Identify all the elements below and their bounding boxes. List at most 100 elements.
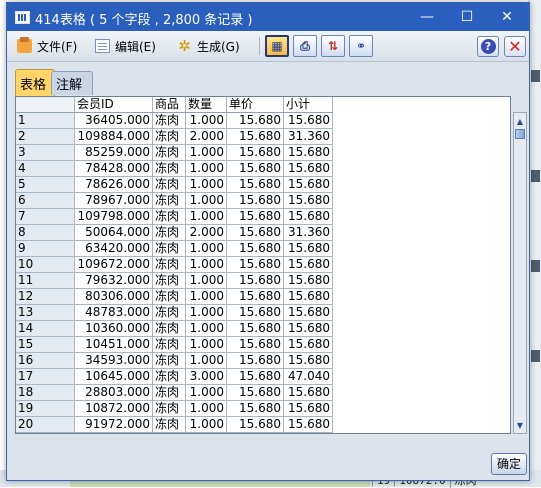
product-cell[interactable]: 冻肉 (152, 400, 186, 417)
quantity-cell[interactable]: 1.000 (185, 256, 227, 273)
subtotal-cell[interactable]: 47.040 (283, 368, 333, 385)
member-id-cell[interactable]: 63420.000 (74, 240, 153, 257)
tab-notes[interactable]: 注解 (51, 71, 93, 95)
row-number[interactable]: 18 (16, 384, 75, 401)
table-row[interactable]: 15 10451.000 冻肉 1.000 15.680 15.680 (16, 336, 333, 353)
member-id-cell[interactable]: 78428.000 (74, 160, 153, 177)
product-cell[interactable]: 冻肉 (152, 256, 186, 273)
menu-generate[interactable]: ✲ 生成(G) (177, 37, 239, 55)
unit-price-cell[interactable]: 15.680 (226, 416, 284, 433)
member-id-cell[interactable]: 109884.000 (74, 128, 153, 145)
unit-price-cell[interactable]: 15.680 (226, 224, 284, 241)
subtotal-cell[interactable]: 15.680 (283, 272, 333, 289)
minimize-button[interactable]: — (407, 3, 447, 31)
quantity-cell[interactable]: 1.000 (185, 160, 227, 177)
row-number[interactable]: 10 (16, 256, 75, 273)
unit-price-cell[interactable]: 15.680 (226, 144, 284, 161)
member-id-cell[interactable]: 79632.000 (74, 272, 153, 289)
vertical-scrollbar[interactable]: ▲ ▼ (513, 112, 527, 434)
quantity-cell[interactable]: 1.000 (185, 240, 227, 257)
row-number[interactable]: 4 (16, 160, 75, 177)
scroll-up-icon[interactable]: ▲ (515, 116, 525, 126)
row-number[interactable]: 17 (16, 368, 75, 385)
table-row[interactable]: 2 109884.000 冻肉 2.000 15.680 31.360 (16, 128, 333, 145)
product-cell[interactable]: 冻肉 (152, 240, 186, 257)
quantity-cell[interactable]: 1.000 (185, 416, 227, 433)
quantity-cell[interactable]: 1.000 (185, 304, 227, 321)
product-cell[interactable]: 冻肉 (152, 192, 186, 209)
table-row[interactable]: 20 91972.000 冻肉 1.000 15.680 15.680 (16, 416, 333, 433)
table-row[interactable]: 9 63420.000 冻肉 1.000 15.680 15.680 (16, 240, 333, 257)
member-id-cell[interactable]: 10645.000 (74, 368, 153, 385)
quantity-cell[interactable]: 1.000 (185, 176, 227, 193)
row-number[interactable]: 19 (16, 400, 75, 417)
member-id-cell[interactable]: 80306.000 (74, 288, 153, 305)
quantity-cell[interactable]: 2.000 (185, 224, 227, 241)
subtotal-cell[interactable]: 15.680 (283, 144, 333, 161)
subtotal-cell[interactable]: 15.680 (283, 160, 333, 177)
subtotal-cell[interactable]: 15.680 (283, 304, 333, 321)
table-row[interactable]: 6 78967.000 冻肉 1.000 15.680 15.680 (16, 192, 333, 209)
unit-price-cell[interactable]: 15.680 (226, 400, 284, 417)
quantity-cell[interactable]: 1.000 (185, 352, 227, 369)
quantity-cell[interactable]: 1.000 (185, 400, 227, 417)
subtotal-cell[interactable]: 15.680 (283, 112, 333, 129)
row-number[interactable]: 5 (16, 176, 75, 193)
subtotal-cell[interactable]: 15.680 (283, 288, 333, 305)
product-cell[interactable]: 冻肉 (152, 352, 186, 369)
unit-price-cell[interactable]: 15.680 (226, 352, 284, 369)
table-row[interactable]: 12 80306.000 冻肉 1.000 15.680 15.680 (16, 288, 333, 305)
close-button[interactable]: ✕ (487, 3, 527, 31)
sort-button[interactable]: ⇅ (321, 35, 345, 57)
row-number[interactable]: 2 (16, 128, 75, 145)
member-id-cell[interactable]: 109798.000 (74, 208, 153, 225)
row-number[interactable]: 8 (16, 224, 75, 241)
row-number[interactable]: 14 (16, 320, 75, 337)
unit-price-cell[interactable]: 15.680 (226, 112, 284, 129)
product-cell[interactable]: 冻肉 (152, 272, 186, 289)
row-number[interactable]: 1 (16, 112, 75, 129)
row-number[interactable]: 20 (16, 416, 75, 433)
product-cell[interactable]: 冻肉 (152, 368, 186, 385)
member-id-cell[interactable]: 10360.000 (74, 320, 153, 337)
subtotal-cell[interactable]: 31.360 (283, 128, 333, 145)
subtotal-cell[interactable]: 15.680 (283, 416, 333, 433)
subtotal-cell[interactable]: 15.680 (283, 256, 333, 273)
member-id-cell[interactable]: 78967.000 (74, 192, 153, 209)
header-quantity[interactable]: 数量 (185, 97, 227, 113)
unit-price-cell[interactable]: 15.680 (226, 336, 284, 353)
find-button[interactable]: ⚭ (349, 35, 373, 57)
subtotal-cell[interactable]: 15.680 (283, 352, 333, 369)
table-row[interactable]: 3 85259.000 冻肉 1.000 15.680 15.680 (16, 144, 333, 161)
subtotal-cell[interactable]: 15.680 (283, 320, 333, 337)
header-member-id[interactable]: 会员ID (74, 97, 153, 113)
quantity-cell[interactable]: 3.000 (185, 368, 227, 385)
product-cell[interactable]: 冻肉 (152, 224, 186, 241)
product-cell[interactable]: 冻肉 (152, 304, 186, 321)
quantity-cell[interactable]: 1.000 (185, 384, 227, 401)
header-subtotal[interactable]: 小计 (283, 97, 333, 113)
product-cell[interactable]: 冻肉 (152, 176, 186, 193)
quantity-cell[interactable]: 1.000 (185, 272, 227, 289)
table-row[interactable]: 14 10360.000 冻肉 1.000 15.680 15.680 (16, 320, 333, 337)
subtotal-cell[interactable]: 15.680 (283, 192, 333, 209)
row-number[interactable]: 6 (16, 192, 75, 209)
unit-price-cell[interactable]: 15.680 (226, 192, 284, 209)
quantity-cell[interactable]: 1.000 (185, 336, 227, 353)
quantity-cell[interactable]: 1.000 (185, 320, 227, 337)
quantity-cell[interactable]: 1.000 (185, 288, 227, 305)
quantity-cell[interactable]: 1.000 (185, 208, 227, 225)
table-row[interactable]: 10 109672.000 冻肉 1.000 15.680 15.680 (16, 256, 333, 273)
quantity-cell[interactable]: 1.000 (185, 112, 227, 129)
data-grid[interactable]: 会员ID 商品 数量 单价 小计 1 36405.000 冻肉 1.000 15.680… (15, 96, 511, 434)
row-number[interactable]: 11 (16, 272, 75, 289)
table-row[interactable]: 13 48783.000 冻肉 1.000 15.680 15.680 (16, 304, 333, 321)
member-id-cell[interactable]: 48783.000 (74, 304, 153, 321)
unit-price-cell[interactable]: 15.680 (226, 240, 284, 257)
table-row[interactable]: 19 10872.000 冻肉 1.000 15.680 15.680 (16, 400, 333, 417)
scroll-thumb[interactable] (515, 129, 525, 139)
subtotal-cell[interactable]: 15.680 (283, 400, 333, 417)
table-row[interactable]: 8 50064.000 冻肉 2.000 15.680 31.360 (16, 224, 333, 241)
subtotal-cell[interactable]: 15.680 (283, 240, 333, 257)
unit-price-cell[interactable]: 15.680 (226, 320, 284, 337)
